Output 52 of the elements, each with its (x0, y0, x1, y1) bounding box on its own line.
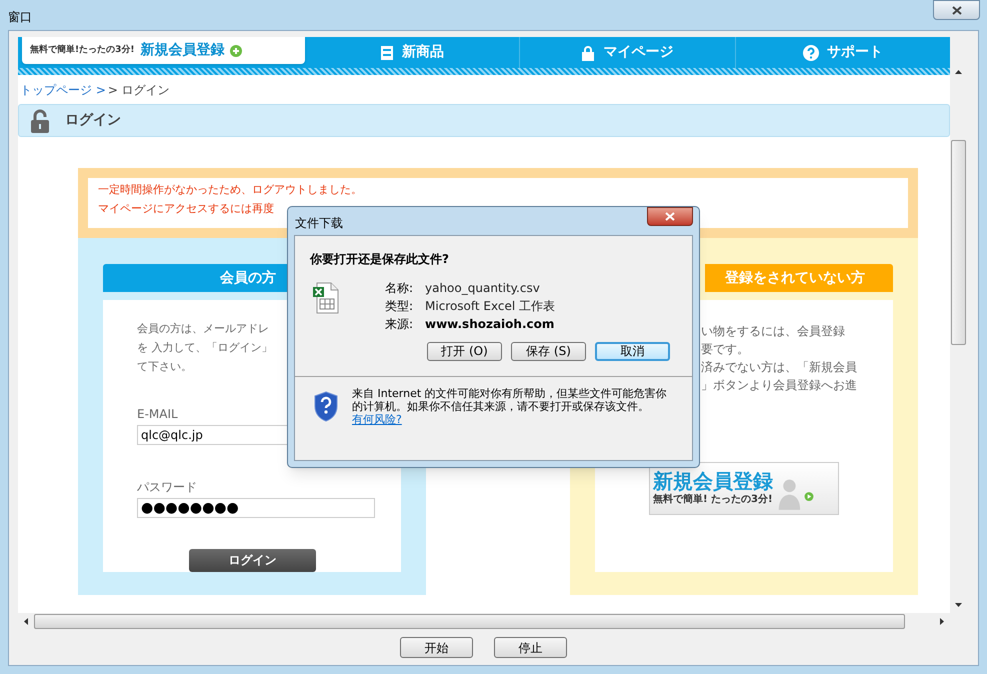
register-tab[interactable]: 無料で簡単!たったの3分! 新規会員登録 (22, 37, 305, 64)
guest-text: 」ボタンより会員登録へお進 (701, 377, 858, 394)
field-label: 类型: (385, 298, 414, 315)
guest-text: い物をするには、会員登録 (701, 323, 846, 340)
dialog-title: 文件下载 (295, 215, 343, 232)
member-text: を 入力して、「ログイン」 (137, 340, 272, 356)
breadcrumb-current: > ログイン (108, 82, 170, 99)
password-label: パスワード (137, 478, 197, 496)
scroll-right-icon[interactable] (940, 618, 944, 625)
field-label: 来源: (385, 316, 414, 333)
guest-text: 要です。 (701, 341, 750, 358)
close-icon (952, 6, 962, 14)
lock-icon (29, 108, 51, 132)
register-banner[interactable]: 新規会員登録 無料で簡単! たったの3分! (649, 462, 839, 515)
dialog-button[interactable]: 打开 (O) (427, 342, 502, 361)
scroll-up-icon[interactable] (955, 70, 962, 74)
email-label: E-MAIL (137, 406, 178, 423)
shield-help-icon (313, 391, 339, 422)
member-text: 会員の方は、メールアドレ (137, 321, 269, 337)
window-title: 窗口 (8, 9, 32, 26)
action-button[interactable]: 停止 (494, 637, 567, 658)
dialog-button[interactable]: 取消 (595, 342, 670, 361)
notice-text: 一定時間操作がなかったため、ログアウトしました。 (98, 182, 362, 198)
guest-heading: 登録をされていない方 (705, 264, 893, 292)
warning-text: 来自 Internet 的文件可能对你有所帮助，但某些文件可能危害你的计算机。如果你不信任其来源，请不要打开或保存该文件。 有何风险? (352, 387, 668, 426)
lock-icon (581, 44, 596, 60)
promo-caption: 無料で簡単!たったの3分! (30, 44, 134, 57)
breadcrumb-link[interactable]: トップページ > (20, 81, 106, 99)
member-text: て下さい。 (137, 359, 192, 375)
banner-title: 新規会員登録 (653, 470, 773, 492)
close-icon (665, 212, 675, 221)
spreadsheet-file-icon (312, 282, 340, 314)
promo-label: 新規会員登録 (140, 40, 224, 60)
notice-text: マイページにアクセスするには再度 (98, 200, 274, 216)
scroll-left-icon[interactable] (24, 618, 28, 625)
box-icon (380, 44, 394, 60)
guest-text: 済みでない方は、「新規会員 (701, 359, 858, 376)
password-field[interactable]: ●●●●●●●● (137, 498, 375, 518)
banner-caption: 無料で簡単! たったの3分! (653, 492, 773, 507)
action-button[interactable]: 开始 (400, 637, 473, 658)
login-button[interactable]: ログイン (189, 548, 316, 572)
page-heading: ログイン (65, 111, 121, 130)
scroll-down-icon[interactable] (955, 603, 962, 607)
field-value: www.shozaioh.com (425, 316, 556, 333)
close-button[interactable] (933, 0, 980, 20)
close-button[interactable] (647, 207, 693, 226)
risk-link[interactable]: 有何风险? (352, 413, 402, 426)
field-value: Microsoft Excel 工作表 (425, 298, 556, 315)
field-value: yahoo_quantity.csv (425, 280, 541, 297)
dialog-button[interactable]: 保存 (S) (511, 342, 586, 361)
help-icon (802, 44, 819, 60)
plus-icon (230, 44, 242, 56)
